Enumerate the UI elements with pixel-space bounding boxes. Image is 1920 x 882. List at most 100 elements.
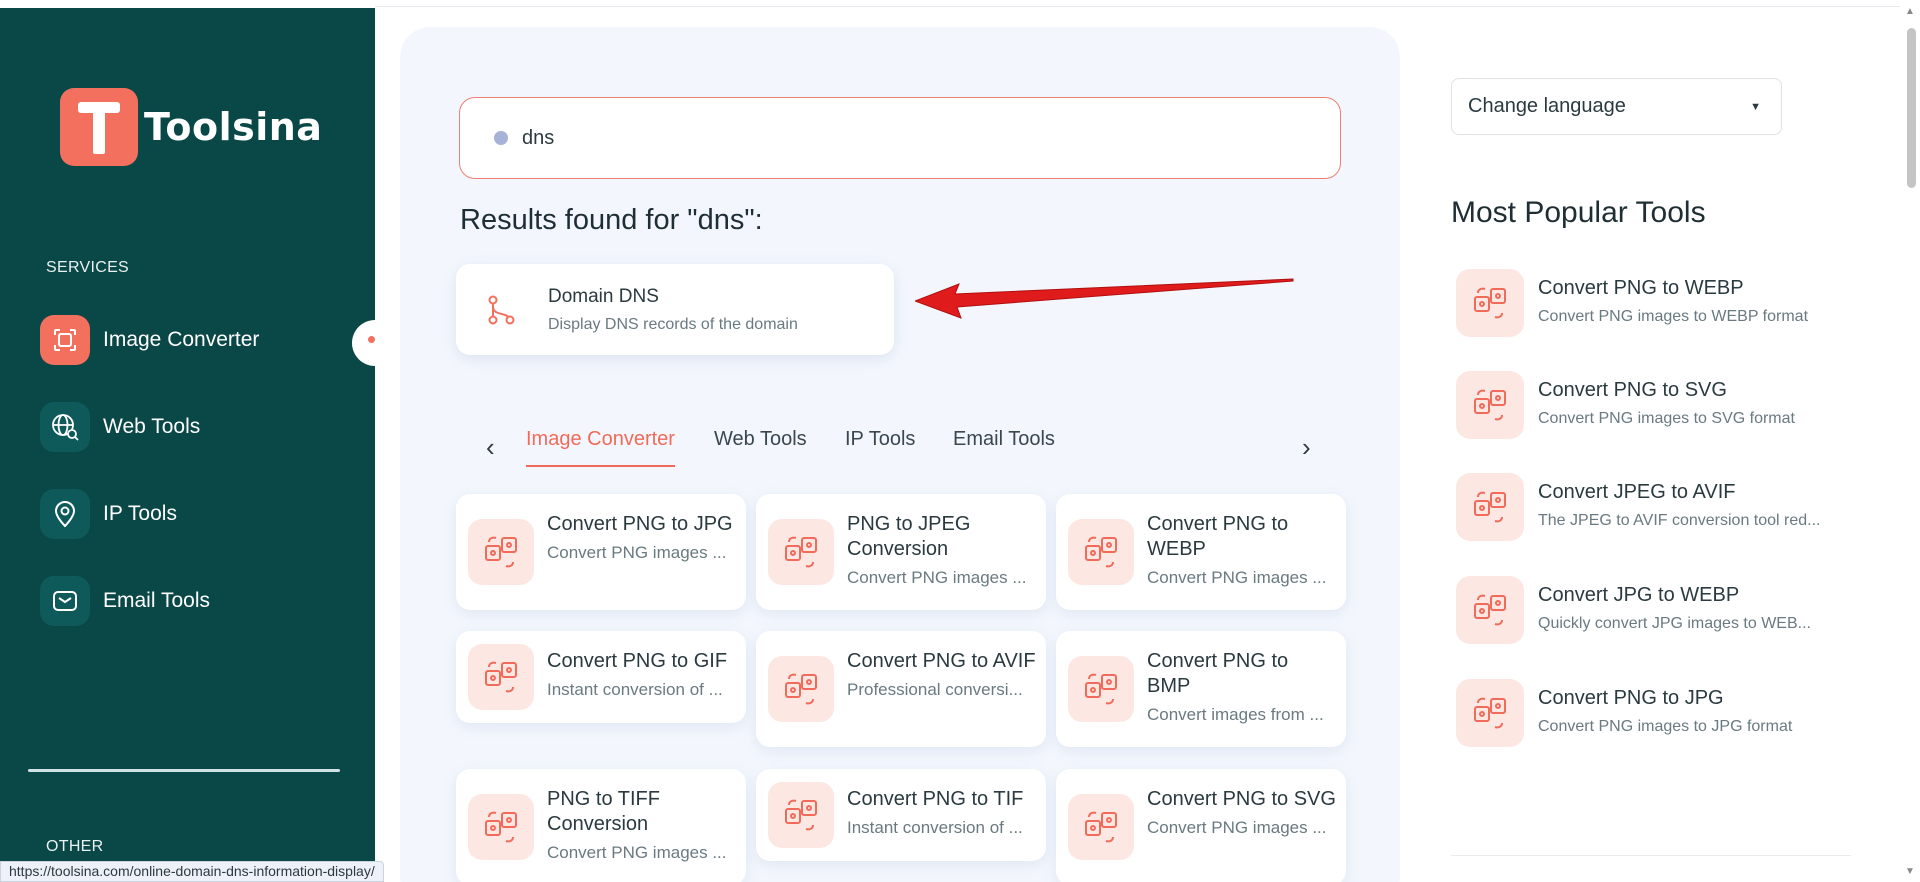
language-select-label: Change language — [1468, 95, 1626, 117]
tool-description: Instant conversion of ... — [547, 680, 723, 699]
popular-tool-item[interactable]: Convert PNG to SVG Convert PNG images to… — [1456, 371, 1856, 441]
red-arrow-annotation — [915, 278, 1294, 319]
results-heading: Results found for "dns": — [460, 204, 763, 236]
scroll-up-arrow-icon[interactable]: ▲ — [1905, 6, 1915, 17]
sidebar-divider — [28, 769, 340, 772]
tab-ip-tools[interactable]: IP Tools — [845, 428, 915, 465]
globe-search-icon — [40, 402, 90, 452]
tab-image-converter[interactable]: Image Converter — [526, 428, 675, 467]
popular-tool-description: Convert PNG images to JPG format — [1538, 718, 1793, 735]
image-convert-icon — [468, 794, 534, 860]
search-input[interactable] — [522, 126, 1222, 150]
sidebar-item-label: IP Tools — [103, 502, 177, 525]
tool-title: Convert PNG to BMP — [1147, 650, 1289, 697]
tool-card[interactable]: Convert PNG to GIF Instant conversion of… — [456, 631, 746, 723]
tool-card[interactable]: Convert PNG to WEBP Convert PNG images .… — [1056, 494, 1346, 610]
tool-title: Convert PNG to JPG — [547, 513, 733, 535]
link-status-bar: https://toolsina.com/online-domain-dns-i… — [0, 861, 384, 882]
tool-title: Convert PNG to TIF — [847, 788, 1024, 810]
tabs-next-arrow[interactable]: › — [1302, 432, 1311, 463]
image-convert-icon — [768, 782, 834, 848]
active-indicator-notch — [352, 320, 398, 366]
image-convert-icon — [1068, 519, 1134, 585]
tool-title: PNG to JPEG Conversion — [847, 513, 971, 560]
tool-title: PNG to TIFF Conversion — [547, 788, 660, 835]
popular-tool-title: Convert PNG to SVG — [1538, 379, 1727, 401]
popular-tool-title: Convert PNG to WEBP — [1538, 277, 1744, 299]
language-select[interactable]: Change language ▼ — [1451, 78, 1782, 135]
sidebar-item-label: Image Converter — [103, 328, 260, 351]
category-tabs: ‹ Image Converter Web Tools IP Tools Ema… — [470, 420, 1320, 470]
tool-description: Convert images from ... — [1147, 705, 1324, 724]
popular-tool-description: Quickly convert JPG images to WEB... — [1538, 615, 1811, 632]
location-pin-icon — [40, 489, 90, 539]
tool-title: Convert PNG to WEBP — [1147, 513, 1289, 560]
image-convert-icon — [1456, 576, 1524, 644]
popular-tool-item[interactable]: Convert JPEG to AVIF The JPEG to AVIF co… — [1456, 473, 1856, 543]
chevron-down-icon: ▼ — [1750, 100, 1761, 113]
search-box[interactable] — [459, 97, 1341, 179]
image-convert-icon — [1068, 656, 1134, 722]
result-description: Display DNS records of the domain — [548, 315, 798, 333]
active-indicator-dot — [368, 336, 375, 343]
popular-tool-title: Convert JPEG to AVIF — [1538, 481, 1736, 503]
tool-title: Convert PNG to GIF — [547, 650, 728, 672]
tool-card[interactable]: Convert PNG to JPG Convert PNG images ..… — [456, 494, 746, 610]
sidebar-item-ip-tools[interactable]: IP Tools — [40, 489, 177, 539]
tool-description: Professional conversi... — [847, 680, 1023, 699]
tool-card[interactable]: Convert PNG to SVG Convert PNG images ..… — [1056, 769, 1346, 882]
sidebar-item-label: Web Tools — [103, 415, 201, 438]
tool-description: Convert PNG images ... — [547, 543, 727, 562]
toolsina-logo-icon — [60, 88, 138, 166]
result-item-domain-dns[interactable]: Domain DNS Display DNS records of the do… — [456, 264, 894, 355]
tool-card[interactable]: Convert PNG to AVIF Professional convers… — [756, 631, 1046, 747]
popular-tool-title: Convert PNG to JPG — [1538, 687, 1724, 709]
tab-email-tools[interactable]: Email Tools — [953, 428, 1055, 465]
search-icon — [494, 131, 508, 145]
result-title: Domain DNS — [548, 285, 659, 307]
logo[interactable]: Toolsina — [60, 88, 322, 166]
image-converter-icon — [40, 315, 90, 365]
tab-web-tools[interactable]: Web Tools — [714, 428, 807, 465]
brand-name: Toolsina — [144, 105, 323, 149]
popular-tool-item[interactable]: Convert PNG to JPG Convert PNG images to… — [1456, 679, 1856, 749]
top-border — [375, 6, 1900, 7]
tool-card[interactable]: PNG to JPEG Conversion Convert PNG image… — [756, 494, 1046, 610]
popular-tools-heading: Most Popular Tools — [1451, 196, 1706, 229]
tool-title: Convert PNG to SVG — [1147, 788, 1336, 810]
popular-tool-description: Convert PNG images to WEBP format — [1538, 308, 1809, 325]
sidebar-item-email-tools[interactable]: Email Tools — [40, 576, 210, 626]
tool-card[interactable]: Convert PNG to TIF Instant conversion of… — [756, 769, 1046, 861]
popular-tool-description: Convert PNG images to SVG format — [1538, 410, 1795, 427]
tool-description: Convert PNG images ... — [1147, 568, 1327, 587]
image-convert-icon — [468, 519, 534, 585]
tool-card[interactable]: PNG to TIFF Conversion Convert PNG image… — [456, 769, 746, 882]
image-convert-icon — [1456, 473, 1524, 541]
app-root: Toolsina SERVICES Image Converter Web To… — [0, 0, 1920, 882]
scroll-down-arrow-icon[interactable]: ▼ — [1905, 866, 1915, 877]
popular-tool-item[interactable]: Convert PNG to WEBP Convert PNG images t… — [1456, 269, 1856, 339]
image-convert-icon — [1456, 371, 1524, 439]
sidebar-item-image-converter[interactable]: Image Converter — [40, 315, 259, 365]
popular-tool-title: Convert JPG to WEBP — [1538, 584, 1740, 606]
image-convert-icon — [768, 519, 834, 585]
sidebar-item-web-tools[interactable]: Web Tools — [40, 402, 200, 452]
image-convert-icon — [1456, 679, 1524, 747]
sidebar-item-label: Email Tools — [103, 589, 210, 612]
tool-card[interactable]: Convert PNG to BMP Convert images from .… — [1056, 631, 1346, 747]
image-convert-icon — [1456, 269, 1524, 337]
tabs-prev-arrow[interactable]: ‹ — [486, 432, 495, 463]
other-section-label: OTHER — [46, 838, 104, 855]
image-convert-icon — [768, 656, 834, 722]
branch-icon — [488, 295, 515, 324]
right-column-divider — [1451, 855, 1851, 856]
image-convert-icon — [468, 644, 534, 710]
tool-description: Convert PNG images ... — [1147, 818, 1327, 837]
sidebar: Toolsina SERVICES Image Converter Web To… — [0, 8, 375, 882]
popular-tool-item[interactable]: Convert JPG to WEBP Quickly convert JPG … — [1456, 576, 1856, 646]
services-section-label: SERVICES — [46, 259, 130, 276]
scrollbar-thumb[interactable] — [1907, 28, 1916, 188]
tool-description: Convert PNG images ... — [847, 568, 1027, 587]
envelope-icon — [40, 576, 90, 626]
tool-title: Convert PNG to AVIF — [847, 650, 1036, 672]
